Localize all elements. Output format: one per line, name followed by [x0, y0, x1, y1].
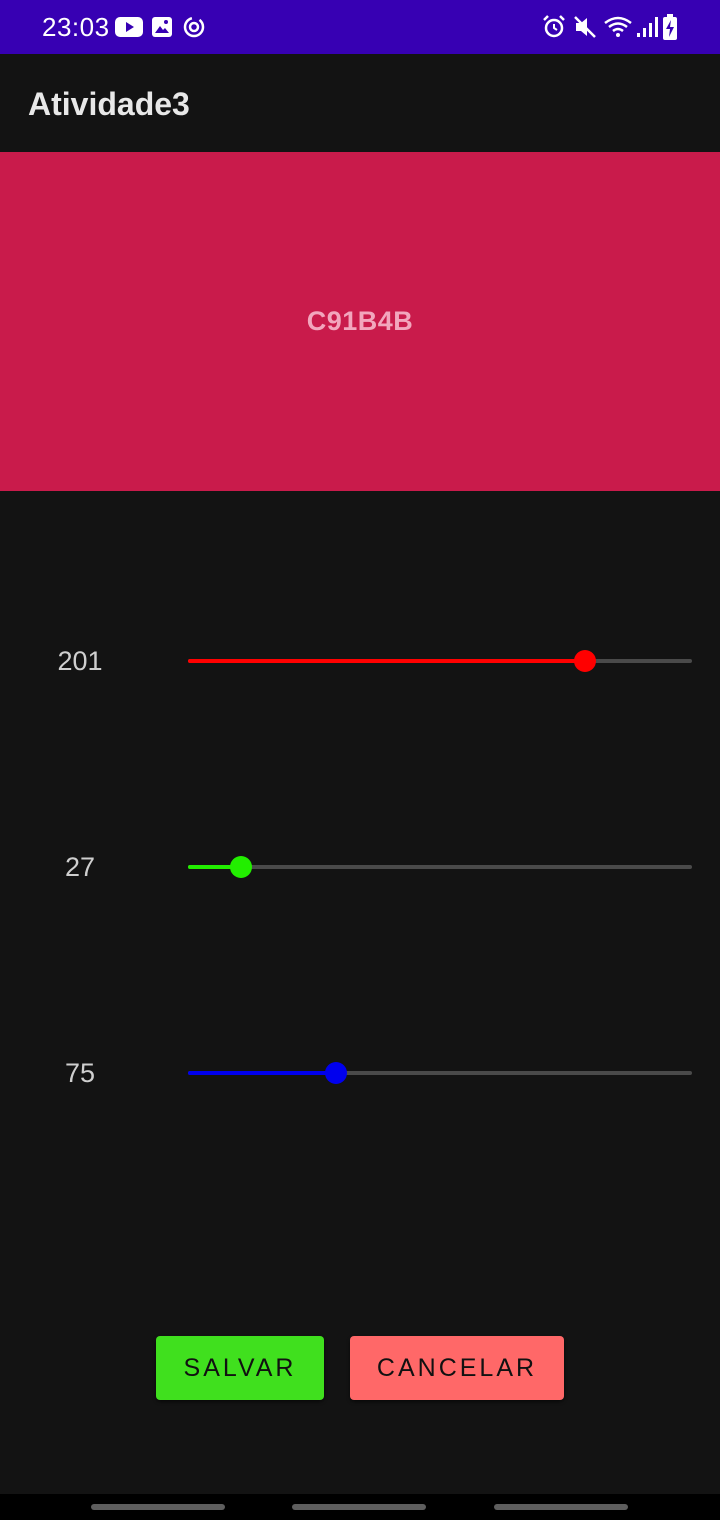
mute-icon [574, 16, 596, 38]
cancel-button[interactable]: CANCELAR [350, 1336, 564, 1400]
green-slider[interactable] [188, 856, 692, 878]
app-title: Atividade3 [28, 86, 190, 122]
red-slider-row: 201 [0, 631, 720, 691]
color-preview: C91B4B [0, 152, 720, 491]
red-value-label: 201 [57, 646, 103, 676]
blue-value-label: 75 [64, 1058, 96, 1088]
status-bar: 23:03 [0, 0, 720, 54]
blue-slider[interactable] [188, 1062, 692, 1084]
blue-slider-thumb[interactable] [325, 1062, 348, 1084]
signal-icon [637, 17, 658, 37]
nav-home-button[interactable] [292, 1504, 426, 1510]
app-bar: Atividade3 [0, 54, 720, 152]
red-slider-thumb[interactable] [574, 650, 597, 672]
battery-charging-icon [663, 14, 677, 40]
save-button[interactable]: SALVAR [156, 1336, 324, 1400]
gallery-icon [152, 17, 172, 37]
hex-color-label: C91B4B [306, 306, 414, 336]
youtube-icon [115, 17, 143, 37]
red-slider-fill [188, 659, 586, 663]
red-slider[interactable] [188, 650, 692, 672]
app-screen: 23:03 Atividade3 C91B4B 201 27 75 SALVAR… [0, 0, 720, 1520]
green-slider-row: 27 [0, 837, 720, 897]
blue-slider-row: 75 [0, 1043, 720, 1103]
status-time: 23:03 [42, 12, 110, 42]
nav-recents-button[interactable] [91, 1504, 225, 1510]
wifi-icon [604, 16, 632, 37]
blue-slider-fill [188, 1071, 337, 1075]
navigation-bar [0, 1494, 720, 1520]
green-value-label: 27 [64, 852, 96, 882]
alarm-icon [543, 15, 565, 38]
sync-icon [183, 16, 205, 38]
green-slider-thumb[interactable] [230, 856, 253, 878]
nav-back-button[interactable] [494, 1504, 628, 1510]
